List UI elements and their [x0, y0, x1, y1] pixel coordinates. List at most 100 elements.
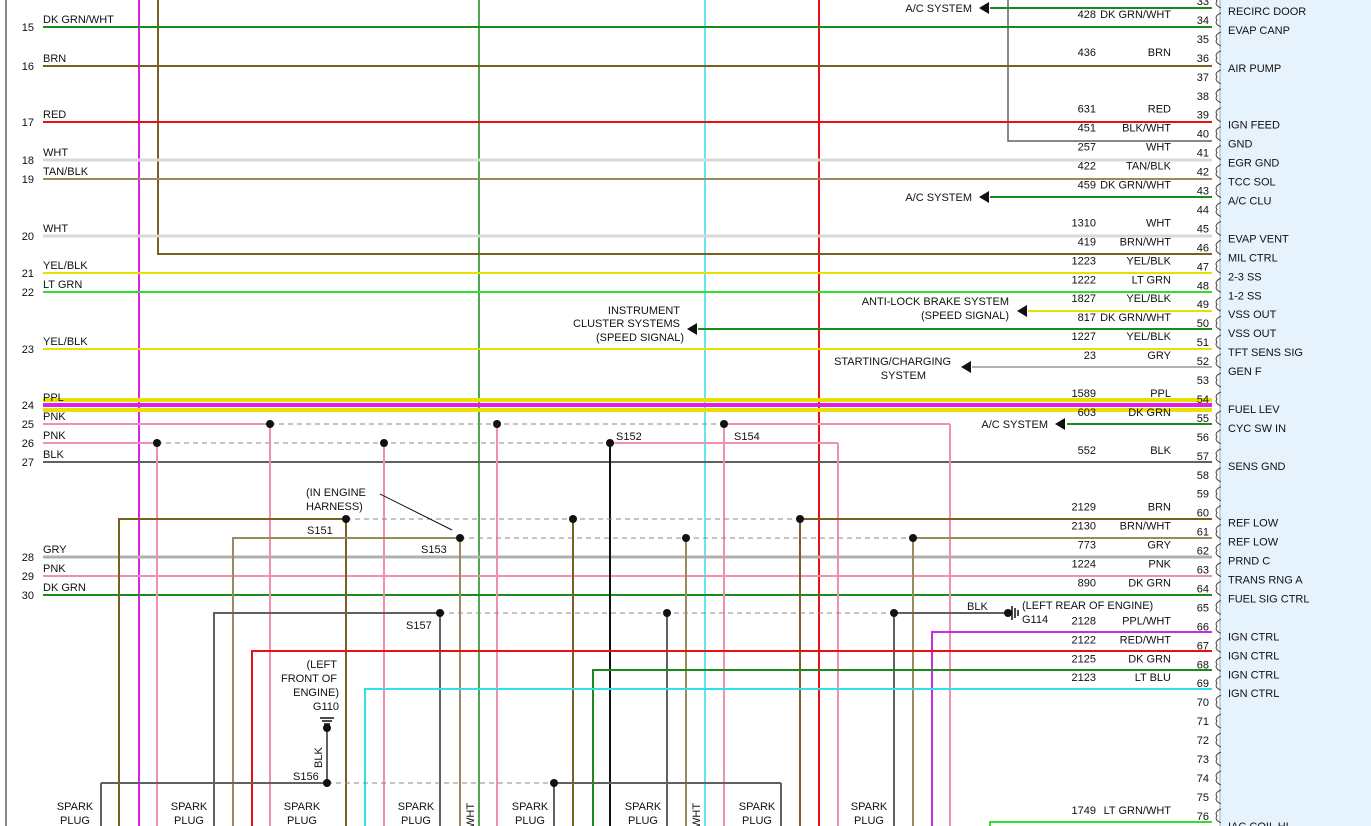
row-wire-label: PNK — [43, 430, 66, 442]
wire-color-label: DK GRN/WHT — [1100, 9, 1171, 21]
in-engine-label: (IN ENGINE — [306, 487, 366, 499]
splice-dot — [1004, 609, 1012, 617]
row-wire-label: DK GRN/WHT — [43, 14, 114, 26]
pin-function-label: PRND C — [1228, 556, 1270, 568]
wire-color-label: RED — [1148, 104, 1171, 116]
spark-plug-label: SPARK — [739, 801, 776, 813]
circuit-number: 773 — [1078, 540, 1096, 552]
circuit-number: 451 — [1078, 123, 1096, 135]
pin-function-label: IGN CTRL — [1228, 688, 1279, 700]
pin-number: 49 — [1197, 299, 1209, 311]
splice-dot — [456, 534, 464, 542]
splice-s157: S157 — [406, 620, 432, 632]
splice-dot — [550, 779, 558, 787]
pin-number: 60 — [1197, 508, 1209, 520]
ac-system-label: A/C SYSTEM — [905, 3, 972, 15]
wire-color-label: GRY — [1147, 540, 1171, 552]
spark-plug-label: PLUG — [60, 815, 90, 826]
row-wire-label: LT GRN — [43, 279, 82, 291]
pin-number: 76 — [1197, 811, 1209, 823]
row-wire-label: PNK — [43, 411, 66, 423]
wire-red-wht-67 — [251, 650, 1212, 826]
circuit-number: 2123 — [1072, 672, 1096, 684]
pin-number: 37 — [1197, 72, 1209, 84]
wire-color-label: YEL/BLK — [1126, 331, 1171, 343]
circuit-number: 459 — [1078, 180, 1096, 192]
ac-system-label: A/C SYSTEM — [905, 192, 972, 204]
splice-dot — [682, 534, 690, 542]
pin-function-label: FUEL LEV — [1228, 404, 1280, 416]
left-front-label: ENGINE) — [293, 687, 339, 699]
arrow-left-icon — [1017, 305, 1027, 317]
wire-color-label: BLK/WHT — [1122, 123, 1171, 135]
in-engine-label: HARNESS) — [306, 501, 363, 513]
wire-color-label: RED/WHT — [1120, 634, 1172, 646]
pin-number: 72 — [1197, 735, 1209, 747]
circuit-number: 2122 — [1072, 634, 1096, 646]
wire-color-label: BRN/WHT — [1120, 236, 1172, 248]
circuit-number: 890 — [1078, 577, 1096, 589]
pin-function-label: IAC COIL HI — [1228, 821, 1289, 826]
row-wire-label: DK GRN — [43, 582, 86, 594]
circuit-number: 817 — [1078, 312, 1096, 324]
wire-color-label: LT GRN — [1132, 274, 1171, 286]
circuit-number: 2125 — [1072, 653, 1096, 665]
arrow-left-icon — [979, 191, 989, 203]
row-number: 24 — [22, 400, 34, 412]
wire-color-label: WHT — [1146, 142, 1171, 154]
wire-lt-grn-wht-76 — [989, 821, 1212, 826]
left-rear-label: (LEFT REAR OF ENGINE) — [1022, 600, 1153, 612]
spark-plug-label: SPARK — [284, 801, 321, 813]
splice-s154: S154 — [734, 431, 760, 443]
circuit-number: 1614 — [1072, 0, 1096, 2]
circuit-number: 436 — [1078, 47, 1096, 59]
splice-dot — [606, 439, 614, 447]
wire-color-label: LT BLU — [1135, 672, 1171, 684]
pin-number: 75 — [1197, 792, 1209, 804]
g110-label: G110 — [313, 701, 339, 713]
spark-plug-label: SPARK — [57, 801, 94, 813]
spark-plug-label: PLUG — [742, 815, 772, 826]
pin-number: 73 — [1197, 754, 1209, 766]
pin-number: 58 — [1197, 470, 1209, 482]
splice-dot — [266, 420, 274, 428]
pin-number: 34 — [1197, 15, 1209, 27]
abs-label: (SPEED SIGNAL) — [921, 310, 1009, 322]
splice-s153: S153 — [421, 544, 447, 556]
row-number: 15 — [22, 22, 34, 34]
splice-dot — [909, 534, 917, 542]
row-wire-label: PNK — [43, 563, 66, 575]
splice-dot — [663, 609, 671, 617]
row-number: 18 — [22, 155, 34, 167]
spark-plug-label: SPARK — [851, 801, 888, 813]
pin-number: 74 — [1197, 773, 1209, 785]
abs-label: ANTI-LOCK BRAKE SYSTEM — [862, 296, 1009, 308]
spark-plug-label: PLUG — [287, 815, 317, 826]
pin-function-label: GEN F — [1228, 366, 1262, 378]
splice-dot — [720, 420, 728, 428]
pin-number: 38 — [1197, 91, 1209, 103]
splice-dot — [323, 724, 331, 732]
circuit-number: 603 — [1078, 407, 1096, 419]
splice-dot — [380, 439, 388, 447]
circuit-number: 419 — [1078, 236, 1096, 248]
circuit-number: 1310 — [1072, 217, 1096, 229]
pin-number: 36 — [1197, 53, 1209, 65]
row-number: 20 — [22, 231, 34, 243]
pin-function-label: TRANS RNG A — [1228, 575, 1303, 587]
wire-color-label: DK GRN — [1128, 577, 1171, 589]
circuit-number: 1827 — [1072, 293, 1096, 305]
starting-label: STARTING/CHARGING — [834, 356, 951, 368]
wire-color-label: BLK — [1150, 445, 1171, 457]
row-number: 19 — [22, 174, 34, 186]
wire-color-label: DK GRN/WHT — [1100, 180, 1171, 192]
wire-brn-mil — [157, 0, 1212, 255]
pin-number: 40 — [1197, 129, 1209, 141]
row-number: 21 — [22, 268, 34, 280]
pin-function-label: IGN CTRL — [1228, 650, 1279, 662]
pin-number: 65 — [1197, 602, 1209, 614]
pin-function-label: SENS GND — [1228, 461, 1286, 473]
wire-gnd-451 — [1007, 0, 1212, 142]
pin-number: 57 — [1197, 451, 1209, 463]
splice-dot — [493, 420, 501, 428]
